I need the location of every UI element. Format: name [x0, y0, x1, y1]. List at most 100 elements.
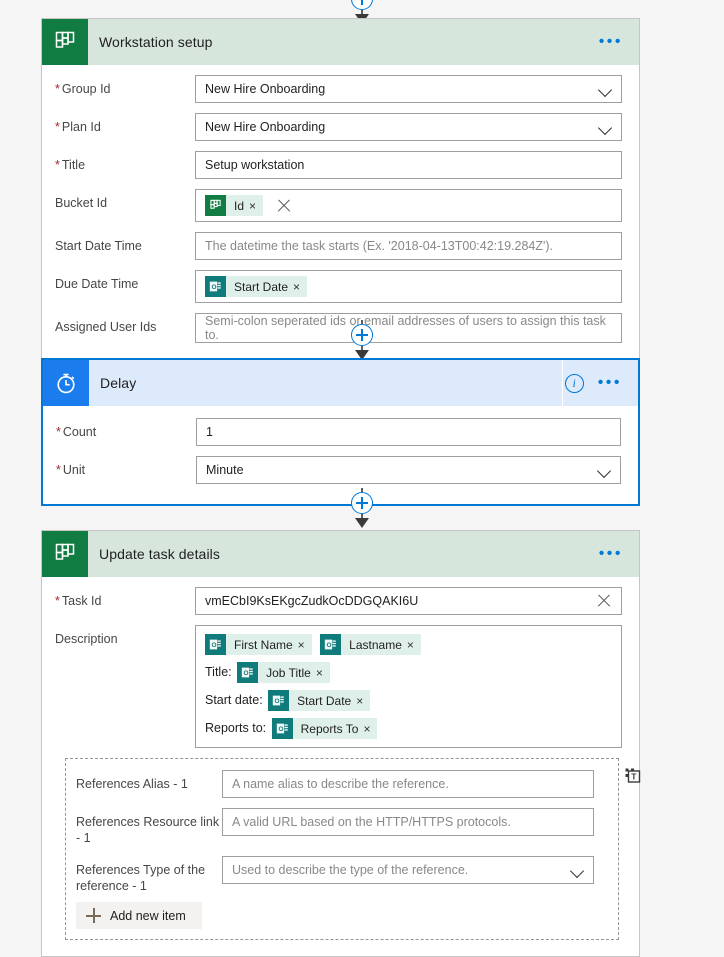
timer-icon [43, 360, 89, 406]
description-line: Start date: O Start Date × [205, 686, 612, 714]
action-card-delay[interactable]: Delay i ••• Count 1 Unit Minute [41, 358, 640, 506]
arrow-down-icon [355, 518, 369, 528]
field-control: New Hire Onboarding [195, 75, 622, 103]
group-id-dropdown[interactable]: New Hire Onboarding [195, 75, 622, 103]
action-card-update-task-details[interactable]: Update task details ••• Task Id vmECbI9K… [41, 530, 641, 957]
field-control: New Hire Onboarding [195, 113, 622, 141]
token-label: Start Date [234, 279, 289, 294]
unit-dropdown[interactable]: Minute [196, 456, 621, 484]
due-date-time-input[interactable]: O Start Date × [195, 270, 622, 303]
card-title: Update task details [99, 546, 220, 562]
more-options-icon[interactable]: ••• [598, 375, 622, 391]
field-description: Description O First Name × O Lastname × … [55, 625, 622, 748]
bucket-id-input[interactable]: Id × [195, 189, 622, 222]
token-remove-icon[interactable]: × [406, 631, 421, 659]
unit-value: Minute [206, 463, 244, 477]
token-chip[interactable]: O Reports To × [271, 718, 378, 740]
field-label: Title [55, 151, 195, 173]
token-chip[interactable]: O Job Title × [237, 662, 330, 684]
references-alias-label: References Alias - 1 [76, 777, 188, 791]
token-chip[interactable]: O First Name × [205, 634, 312, 656]
card-title: Workstation setup [99, 34, 213, 50]
references-resource-link-label: References Resource link - 1 [76, 815, 220, 845]
references-type-dropdown[interactable]: Used to describe the type of the referen… [222, 856, 594, 884]
token-remove-icon[interactable]: × [355, 687, 370, 715]
references-alias-placeholder: A name alias to describe the reference. [232, 777, 449, 791]
token-label: First Name [234, 637, 293, 652]
token-label: Lastname [349, 637, 402, 652]
header-divider [561, 360, 563, 406]
card-header: Delay i ••• [43, 360, 638, 406]
plus-icon [86, 908, 101, 923]
token-remove-icon[interactable]: × [362, 715, 377, 743]
card-body: Task Id vmECbI9KsEKgcZudkOcDDGQAKI6U Des… [42, 577, 641, 956]
assigned-user-ids-input[interactable]: Semi-colon seperated ids or email addres… [195, 313, 622, 343]
clear-icon[interactable] [596, 593, 612, 609]
description-input[interactable]: O First Name × O Lastname × Title: O Job… [195, 625, 622, 748]
field-control: The datetime the task starts (Ex. '2018-… [195, 232, 622, 260]
action-card-workstation-setup[interactable]: Workstation setup ••• Group Id New Hire … [41, 18, 640, 362]
references-type-row: References Type of the reference - 1 Use… [76, 856, 608, 894]
references-resource-link-input[interactable]: A valid URL based on the HTTP/HTTPS prot… [222, 808, 594, 836]
bucket-id-tokens: Id × [205, 193, 268, 218]
svg-text:O: O [327, 642, 332, 649]
token-chip[interactable]: Id × [205, 195, 264, 216]
delete-item-icon[interactable]: T [624, 767, 642, 785]
field-group-id: Group Id New Hire Onboarding [55, 75, 622, 103]
field-label: Unit [56, 456, 196, 478]
description-line: Reports to: O Reports To × [205, 714, 612, 742]
group-id-value: New Hire Onboarding [205, 82, 326, 96]
card-header-actions: ••• [599, 546, 639, 562]
token-chip[interactable]: O Lastname × [320, 634, 421, 656]
field-assigned-user-ids: Assigned User Ids Semi-colon seperated i… [55, 313, 622, 343]
token-remove-icon[interactable]: × [248, 199, 263, 213]
field-count: Count 1 [56, 418, 621, 446]
task-id-input[interactable]: vmECbI9KsEKgcZudkOcDDGQAKI6U [195, 587, 622, 615]
svg-text:O: O [211, 642, 216, 649]
token-remove-icon[interactable]: × [315, 659, 330, 687]
token-remove-icon[interactable]: × [292, 280, 307, 294]
references-group: T References Alias - 1 A name alias to d… [65, 758, 641, 940]
svg-text:O: O [244, 670, 249, 677]
forms-icon: O [205, 276, 226, 297]
task-id-value: vmECbI9KsEKgcZudkOcDDGQAKI6U [205, 594, 419, 608]
planner-icon [42, 531, 88, 577]
more-options-icon[interactable]: ••• [599, 34, 623, 50]
field-label: Due Date Time [55, 277, 139, 291]
field-label: Plan Id [55, 113, 195, 135]
plan-id-dropdown[interactable]: New Hire Onboarding [195, 113, 622, 141]
field-plan-id: Plan Id New Hire Onboarding [55, 113, 622, 141]
title-input[interactable]: Setup workstation [195, 151, 622, 179]
card-title: Delay [100, 375, 137, 391]
chevron-down-icon [571, 864, 584, 877]
more-options-icon[interactable]: ••• [599, 546, 623, 562]
info-icon[interactable]: i [564, 373, 584, 393]
field-label: Start Date Time [55, 239, 142, 253]
plan-id-value: New Hire Onboarding [205, 120, 326, 134]
svg-text:O: O [211, 284, 216, 291]
token-chip[interactable]: O Start Date × [205, 276, 308, 297]
token-remove-icon[interactable]: × [297, 631, 312, 659]
card-header: Update task details ••• [42, 531, 639, 577]
description-lead-text: Reports to: [205, 721, 267, 735]
field-unit: Unit Minute [56, 456, 621, 484]
field-title: Title Setup workstation [55, 151, 622, 179]
token-label: Job Title [266, 665, 311, 680]
field-control: vmECbI9KsEKgcZudkOcDDGQAKI6U [195, 587, 622, 615]
plus-circle-icon[interactable] [351, 492, 373, 514]
plus-circle-icon[interactable] [351, 0, 373, 10]
add-new-item-button[interactable]: Add new item [76, 902, 202, 929]
count-input[interactable]: 1 [196, 418, 621, 446]
forms-icon: O [268, 690, 290, 712]
token-chip[interactable]: O Start Date × [268, 690, 371, 712]
forms-icon: O [320, 634, 342, 656]
references-alias-input[interactable]: A name alias to describe the reference. [222, 770, 594, 798]
clear-icon[interactable] [276, 198, 292, 214]
field-control: Semi-colon seperated ids or email addres… [195, 313, 622, 343]
plus-circle-icon[interactable] [351, 324, 373, 346]
forms-icon: O [237, 662, 259, 684]
references-type-label: References Type of the reference - 1 [76, 863, 206, 893]
start-date-time-input[interactable]: The datetime the task starts (Ex. '2018-… [195, 232, 622, 260]
connector-line [361, 10, 363, 14]
card-header-actions: ••• [599, 34, 639, 50]
